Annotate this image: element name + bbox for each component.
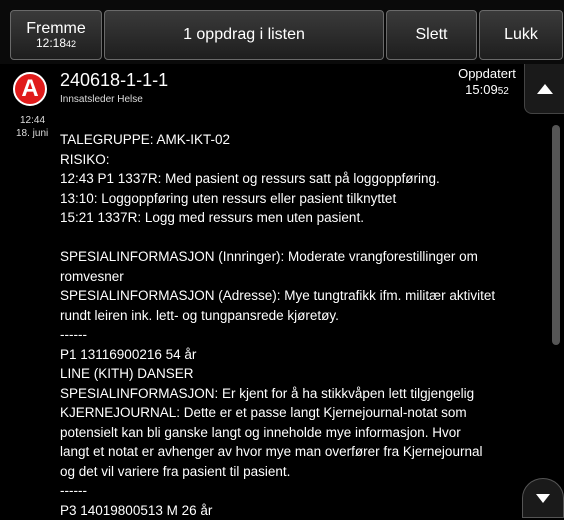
updated-time-main: 15:09 bbox=[465, 82, 498, 97]
updated-time-sec: 52 bbox=[498, 86, 509, 97]
text-line: potensielt kan bli ganske langt og inneh… bbox=[60, 423, 520, 443]
text-line: 13:10: Loggoppføring uten ressurs eller … bbox=[60, 189, 520, 209]
text-line: LINE (KITH) DANSER bbox=[60, 364, 520, 384]
text-line: 15:21 1337R: Logg med ressurs men uten p… bbox=[60, 208, 520, 228]
priority-badge: A bbox=[13, 72, 47, 106]
text-line bbox=[60, 228, 520, 248]
toolbar: Fremme 12:1842 1 oppdrag i listen Slett … bbox=[0, 0, 564, 64]
text-line: romvesner bbox=[60, 267, 520, 287]
close-label: Lukk bbox=[504, 26, 538, 44]
incident-id: 240618-1-1-1 bbox=[60, 70, 168, 91]
chevron-up-icon bbox=[537, 84, 553, 94]
incident-date: 18. juni bbox=[16, 128, 48, 139]
close-button[interactable]: Lukk bbox=[479, 10, 563, 60]
chevron-down-icon bbox=[536, 494, 550, 503]
updated-indicator: Oppdatert 15:0952 bbox=[452, 66, 522, 116]
fremme-button[interactable]: Fremme 12:1842 bbox=[10, 10, 102, 60]
text-line: ------ bbox=[60, 325, 520, 345]
text-line: langt et notat er avhenger av hvor mye m… bbox=[60, 442, 520, 462]
text-line: SPESIALINFORMASJON (Innringer): Moderate… bbox=[60, 247, 520, 267]
text-line: SPESIALINFORMASJON (Adresse): Mye tungtr… bbox=[60, 286, 520, 306]
delete-label: Slett bbox=[415, 26, 447, 44]
fremme-time-sec: 42 bbox=[66, 39, 76, 49]
text-line: ------ bbox=[60, 481, 520, 501]
updated-label: Oppdatert bbox=[452, 66, 522, 82]
text-line: P1 13116900216 54 år bbox=[60, 345, 520, 365]
delete-button[interactable]: Slett bbox=[386, 10, 477, 60]
mission-text: TALEGRUPPE: AMK-IKT-02RISIKO:12:43 P1 13… bbox=[60, 130, 520, 520]
scrollbar-thumb[interactable] bbox=[552, 125, 560, 345]
mission-count-label: 1 oppdrag i listen bbox=[183, 26, 305, 44]
text-line: rundt leiren ink. lett- og tungpansrede … bbox=[60, 306, 520, 326]
mission-count-button[interactable]: 1 oppdrag i listen bbox=[104, 10, 384, 60]
fremme-time-main: 12:18 bbox=[36, 36, 66, 50]
text-line: RISIKO: bbox=[60, 150, 520, 170]
fremme-time: 12:1842 bbox=[36, 37, 76, 50]
scroll-down-button[interactable] bbox=[522, 478, 564, 518]
text-line: 12:43 P1 1337R: Med pasient og ressurs s… bbox=[60, 169, 520, 189]
incident-time: 12:44 bbox=[20, 115, 45, 126]
text-line: SPESIALINFORMASJON: Er kjent for å ha st… bbox=[60, 384, 520, 404]
scrollbar-track[interactable] bbox=[552, 120, 560, 460]
text-line: P3 14019800513 M 26 år bbox=[60, 501, 520, 520]
text-line: KJERNEJOURNAL: Dette er et passe langt K… bbox=[60, 403, 520, 423]
text-line: og det vil variere fra pasient til pasie… bbox=[60, 462, 520, 482]
updated-time: 15:0952 bbox=[452, 82, 522, 99]
fremme-label: Fremme bbox=[26, 20, 86, 38]
scroll-up-button[interactable] bbox=[524, 64, 564, 114]
incident-role: Innsatsleder Helse bbox=[60, 94, 143, 105]
text-line: TALEGRUPPE: AMK-IKT-02 bbox=[60, 130, 520, 150]
